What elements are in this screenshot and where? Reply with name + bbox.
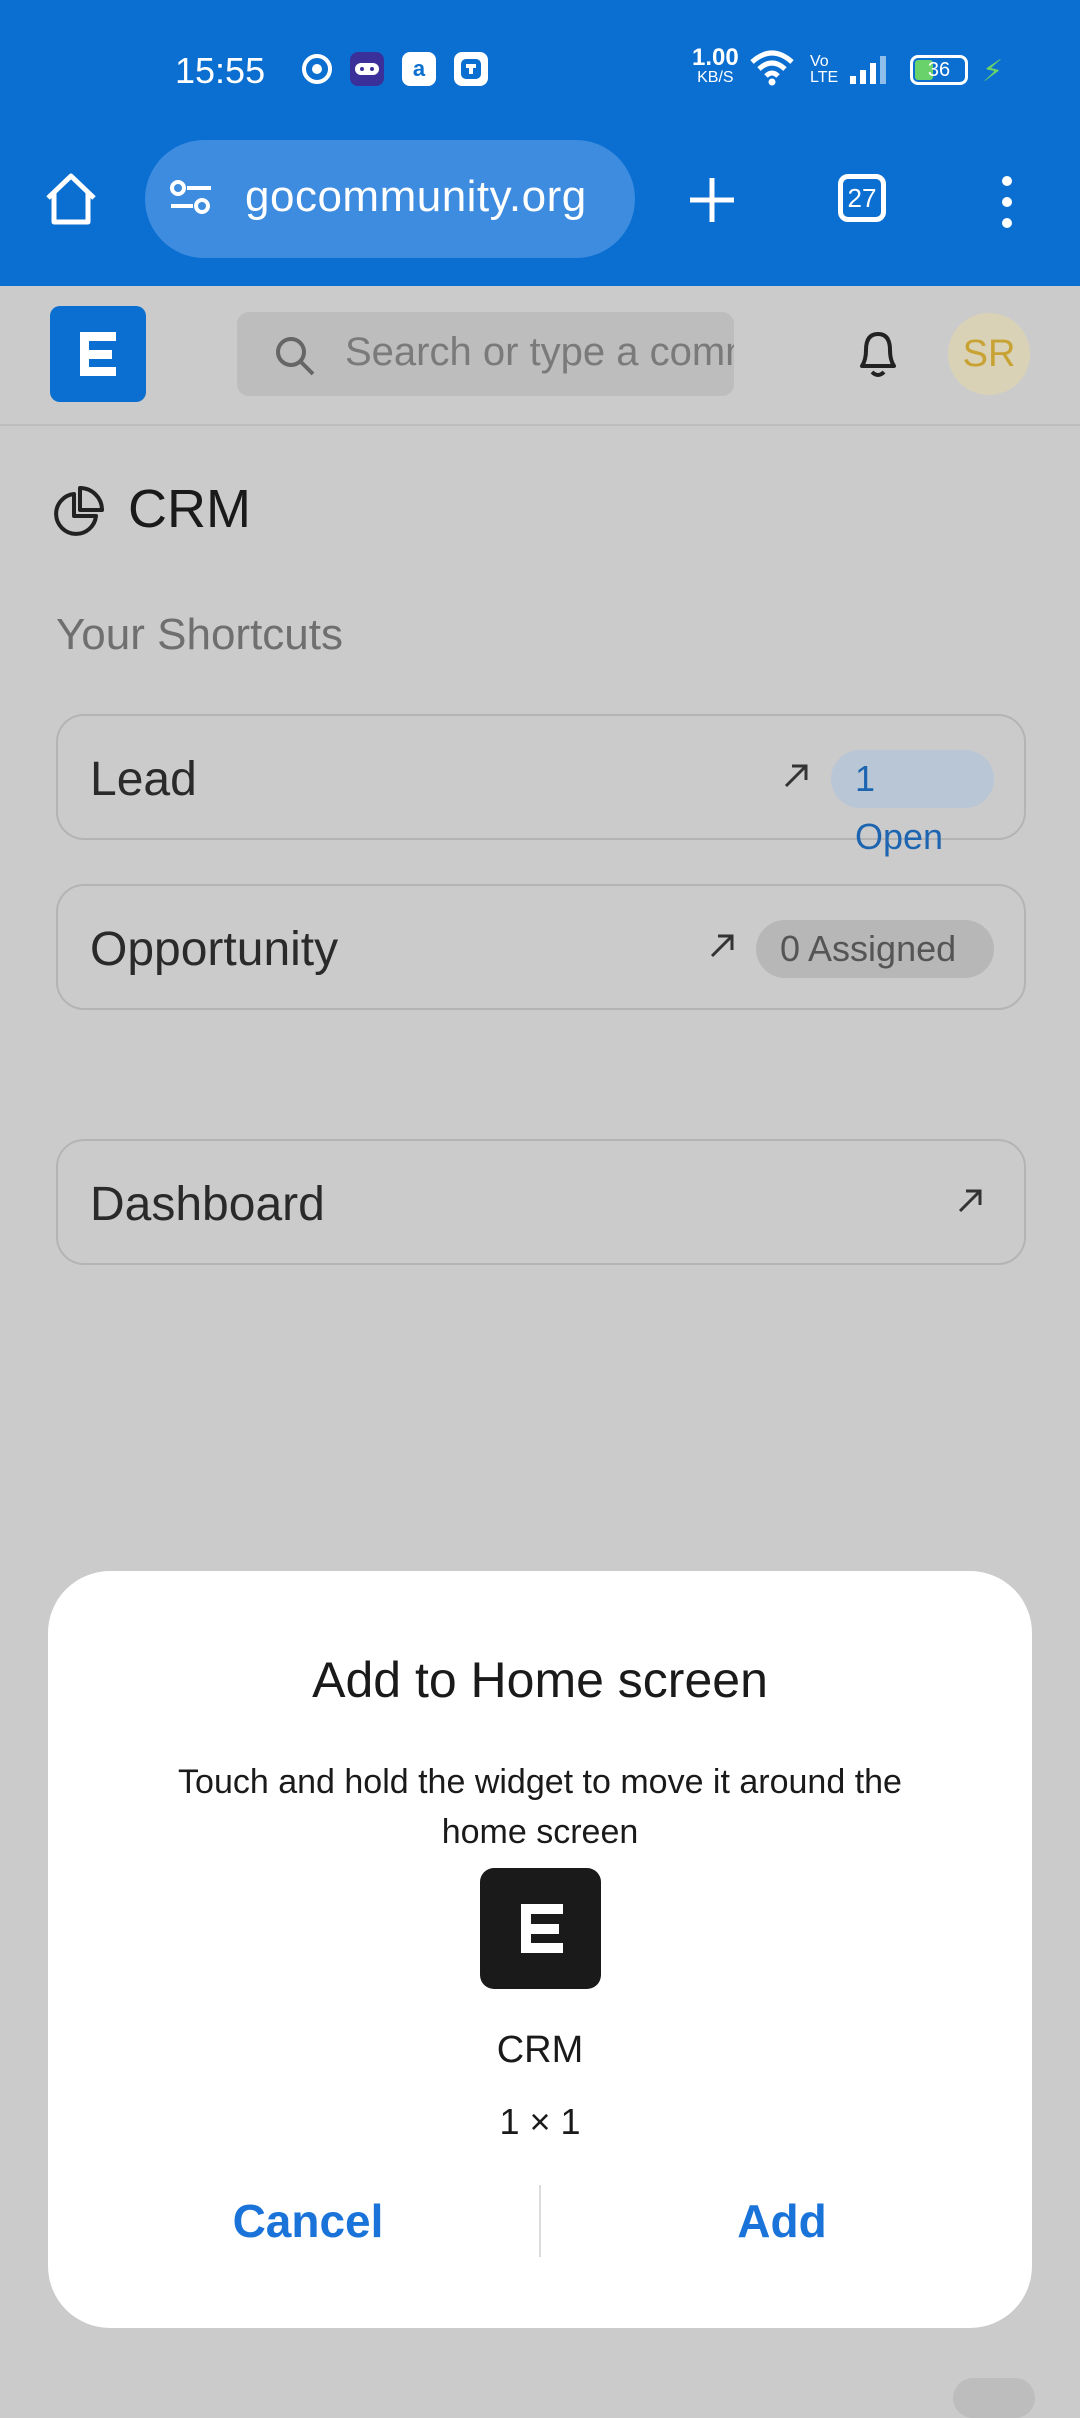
shortcut-label: Opportunity xyxy=(90,923,339,976)
bottom-handle xyxy=(953,2378,1035,2418)
shortcut-lead[interactable]: Lead 1 Open xyxy=(56,714,1026,857)
avatar[interactable]: SR xyxy=(948,313,1030,395)
chrome-icon xyxy=(300,52,334,86)
widget-name: CRM xyxy=(496,2029,584,2071)
volte-indicator: Vo LTE xyxy=(810,54,838,86)
clock: 15:55 xyxy=(175,50,266,91)
site-settings-icon[interactable] xyxy=(167,178,215,229)
arrow-up-right-icon xyxy=(780,758,814,797)
cancel-button[interactable]: Cancel xyxy=(78,2181,538,2261)
page-title: CRM xyxy=(128,479,251,539)
url-text[interactable]: gocommunity.org xyxy=(245,172,587,222)
wifi-icon xyxy=(750,50,794,91)
status-badge: 1 Open xyxy=(831,750,994,857)
arrow-up-right-icon xyxy=(706,928,740,967)
status-bar: 15:55 a 1.00 KB/S Vo LTE 36 ⚡ xyxy=(0,0,1080,140)
dialog-title: Add to Home screen xyxy=(312,1652,768,1708)
charging-icon: ⚡ xyxy=(982,55,1004,88)
shortcut-label: Dashboard xyxy=(90,1178,325,1231)
notification-bell-icon[interactable] xyxy=(854,326,902,387)
search-placeholder: Search or type a command xyxy=(345,330,734,374)
shortcut-opportunity[interactable]: Opportunity 0 Assigned xyxy=(56,884,1026,1010)
arrow-up-right-icon xyxy=(954,1183,988,1222)
shortcut-dashboard[interactable]: Dashboard xyxy=(56,1139,1026,1265)
tab-switcher-button[interactable]: 27 xyxy=(838,174,886,222)
signal-icon xyxy=(848,54,892,91)
volte-top: Vo xyxy=(810,53,829,70)
network-speed: 1.00 KB/S xyxy=(692,44,739,88)
menu-icon[interactable] xyxy=(996,174,1018,235)
status-badge: 0 Assigned xyxy=(756,920,994,978)
dialog-message: Touch and hold the widget to move it aro… xyxy=(178,1763,902,1851)
pie-chart-icon xyxy=(52,484,106,543)
app-icon xyxy=(454,52,488,86)
shortcut-label: Lead xyxy=(90,753,197,806)
section-label: Your Shortcuts xyxy=(56,610,343,659)
add-button[interactable]: Add xyxy=(552,2181,1012,2261)
search-input[interactable]: Search or type a command xyxy=(237,312,734,396)
app-logo[interactable] xyxy=(50,306,146,402)
button-divider xyxy=(539,2185,541,2257)
network-speed-value: 1.00 xyxy=(692,44,739,71)
battery-icon: 36 xyxy=(910,55,968,85)
url-bar[interactable]: gocommunity.org xyxy=(145,140,635,258)
add-to-home-dialog: Add to Home screen Touch and hold the wi… xyxy=(48,1571,1032,2328)
home-icon[interactable] xyxy=(40,168,102,235)
network-speed-unit: KB/S xyxy=(697,69,734,86)
app-header: Search or type a command SR xyxy=(0,286,1080,426)
game-icon xyxy=(350,52,384,86)
amazon-icon: a xyxy=(402,52,436,86)
new-tab-icon[interactable] xyxy=(686,174,738,231)
search-icon xyxy=(273,334,317,388)
widget-size: 1 × 1 xyxy=(499,2101,581,2142)
widget-preview-icon[interactable] xyxy=(480,1868,601,1989)
browser-toolbar: gocommunity.org 27 xyxy=(0,140,1080,286)
battery-level: 36 xyxy=(927,59,951,81)
volte-bottom: LTE xyxy=(810,69,839,86)
